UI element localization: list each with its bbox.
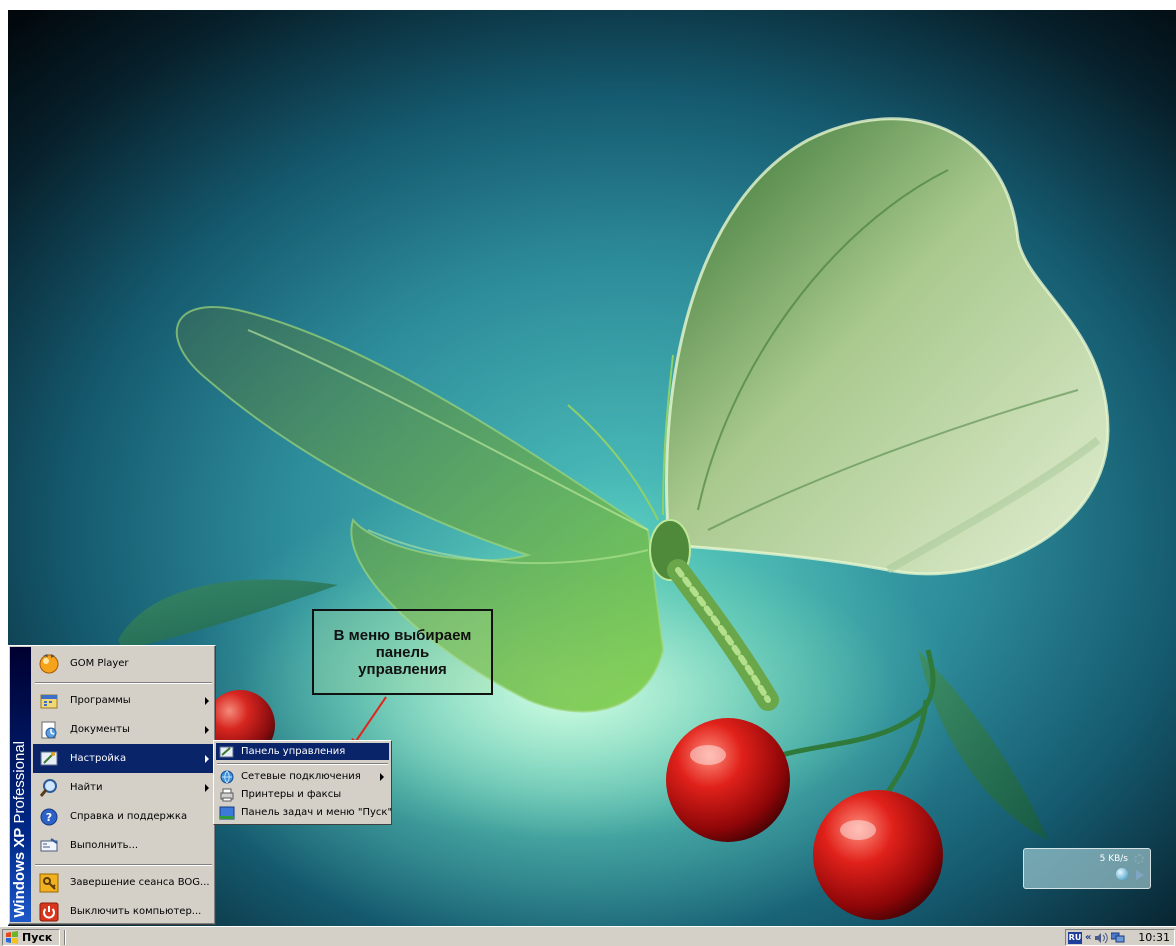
clock[interactable]: 10:31 (1138, 931, 1170, 944)
run-icon (40, 837, 58, 851)
volume-icon[interactable] (1094, 932, 1109, 944)
submenu-separator (217, 763, 388, 765)
gadget-settings-icon[interactable] (1134, 854, 1144, 864)
tray-expand-button[interactable]: « (1085, 932, 1091, 943)
settings-submenu: Панель управления Сетевые подключения Пр… (213, 740, 392, 825)
menu-item-label: Завершение сеанса BOG... (70, 877, 210, 888)
submenu-item-label: Панель управления (241, 746, 346, 757)
logoff-key-icon (39, 873, 59, 892)
windows-logo-icon (6, 930, 18, 944)
control-panel-icon (219, 746, 234, 757)
menu-item-search[interactable]: Найти (33, 773, 214, 802)
menu-item-label: Найти (70, 782, 103, 793)
submenu-item-network-connections[interactable]: Сетевые подключения (216, 768, 389, 785)
network-status-icon[interactable] (1111, 932, 1125, 944)
annotation-line-1: В меню выбираем (333, 626, 472, 644)
chevron-right-icon (205, 725, 209, 734)
menu-item-label: Настройка (70, 753, 127, 764)
printers-icon (220, 788, 234, 801)
submenu-item-label: Панель задач и меню "Пуск" (241, 807, 393, 818)
menu-item-label: Программы (70, 695, 131, 706)
taskbar-icon (219, 806, 235, 819)
system-tray: RU « 10:31 (1065, 929, 1175, 946)
network-speed: 5 KB/s (1099, 854, 1128, 864)
network-monitor-gadget[interactable]: 5 KB/s (1023, 848, 1151, 889)
svg-text:?: ? (46, 811, 52, 824)
chevron-right-icon (205, 754, 209, 763)
taskbar-divider (64, 930, 66, 945)
start-button[interactable]: Пуск (2, 929, 60, 946)
start-menu: Windows XP Professional GOM Player Прогр… (8, 645, 216, 925)
menu-item-settings[interactable]: Настройка (33, 744, 214, 773)
menu-item-gom-player[interactable]: GOM Player (33, 648, 214, 678)
menu-separator (35, 864, 212, 866)
settings-icon (40, 751, 58, 765)
help-icon: ? (40, 808, 58, 825)
taskbar: Пуск RU « 10:31 (0, 926, 1176, 946)
network-connections-icon (220, 770, 234, 783)
chevron-right-icon (205, 696, 209, 705)
menu-item-shutdown[interactable]: Выключить компьютер... (33, 897, 214, 926)
menu-item-label: GOM Player (70, 657, 129, 669)
menu-separator (35, 682, 212, 684)
annotation-callout: В меню выбираем панель управления (312, 609, 493, 695)
menu-item-run[interactable]: Выполнить... (33, 831, 214, 860)
start-button-label: Пуск (22, 931, 53, 944)
banner-windows-text: Windows XP (11, 828, 28, 918)
banner-edition-text: Professional (11, 741, 28, 824)
submenu-item-printers[interactable]: Принтеры и факсы (216, 786, 389, 803)
search-icon (39, 778, 57, 797)
menu-item-help[interactable]: ? Справка и поддержка (33, 802, 214, 831)
annotation-line-2: панель (375, 643, 430, 661)
menu-item-logoff[interactable]: Завершение сеанса BOG... (33, 868, 214, 897)
submenu-item-taskbar[interactable]: Панель задач и меню "Пуск" (216, 804, 393, 821)
menu-item-documents[interactable]: Документы (33, 715, 214, 744)
submenu-item-label: Принтеры и факсы (241, 789, 342, 800)
gom-player-icon (39, 654, 59, 674)
submenu-item-label: Сетевые подключения (241, 771, 361, 782)
menu-item-label: Выключить компьютер... (70, 906, 202, 917)
chevron-right-icon (380, 772, 384, 781)
play-icon[interactable] (1136, 870, 1144, 880)
menu-item-label: Выполнить... (70, 840, 139, 851)
language-indicator[interactable]: RU (1068, 931, 1082, 944)
chevron-right-icon (205, 783, 209, 792)
menu-item-programs[interactable]: Программы (33, 686, 214, 715)
annotation-line-3: управления (358, 660, 447, 678)
documents-icon (41, 721, 57, 738)
menu-item-label: Справка и поддержка (70, 811, 188, 822)
menu-item-label: Документы (70, 724, 130, 735)
power-icon (39, 902, 59, 921)
programs-icon (40, 694, 58, 708)
start-menu-banner: Windows XP Professional (10, 647, 31, 922)
submenu-item-control-panel[interactable]: Панель управления (216, 743, 389, 760)
globe-icon (1116, 868, 1128, 880)
